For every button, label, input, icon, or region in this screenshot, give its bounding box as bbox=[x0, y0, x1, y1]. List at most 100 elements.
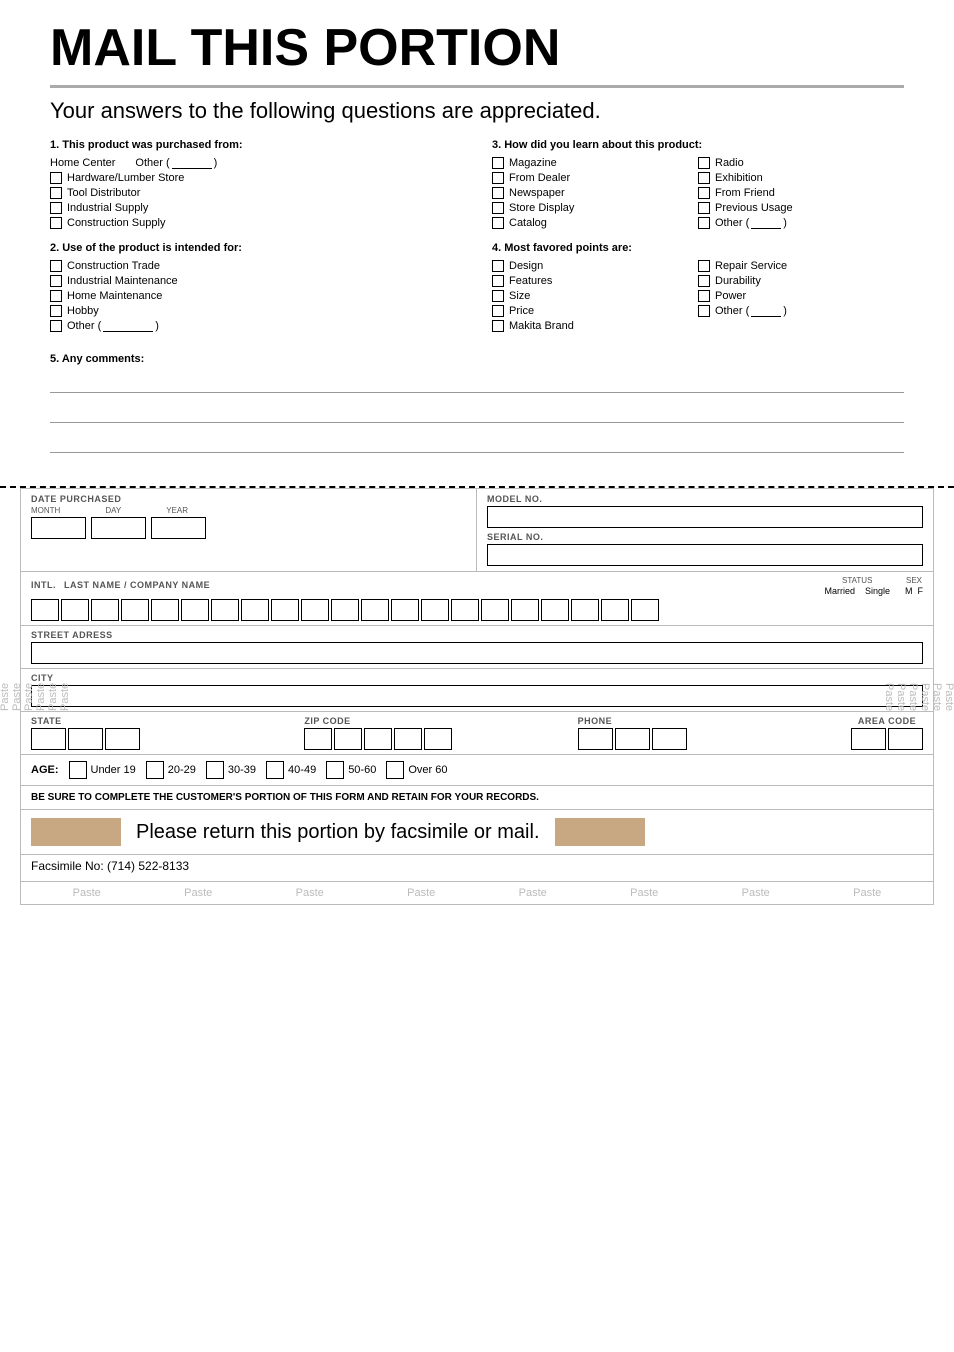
name-cell-12[interactable] bbox=[361, 599, 389, 621]
name-cell-4[interactable] bbox=[121, 599, 149, 621]
q4-cb-durability[interactable] bbox=[698, 275, 710, 287]
question-4: 4. Most favored points are: Design Featu… bbox=[492, 242, 904, 335]
q3-col2: Radio Exhibition From Friend Previous Us… bbox=[698, 157, 904, 232]
q3-cb-exhibition[interactable] bbox=[698, 172, 710, 184]
q4-cb-design[interactable] bbox=[492, 260, 504, 272]
page-title: MAIL THIS PORTION bbox=[50, 20, 904, 77]
q1-checkbox-hardware[interactable] bbox=[50, 172, 62, 184]
q4-cb-other[interactable] bbox=[698, 305, 710, 317]
comment-line-1[interactable] bbox=[50, 371, 904, 393]
name-cell-10[interactable] bbox=[301, 599, 329, 621]
q5-title: 5. Any comments: bbox=[50, 353, 904, 365]
model-input[interactable] bbox=[487, 506, 923, 528]
q2-cb-other[interactable] bbox=[50, 320, 62, 332]
q3-cb-radio[interactable] bbox=[698, 157, 710, 169]
name-cell-15[interactable] bbox=[451, 599, 479, 621]
paste-bottom-6: Paste bbox=[630, 887, 658, 899]
q1-option-industrial: Industrial Supply bbox=[50, 202, 462, 214]
phone-cell-3[interactable] bbox=[652, 728, 687, 750]
comment-line-2[interactable] bbox=[50, 401, 904, 423]
q3-cb-dealer[interactable] bbox=[492, 172, 504, 184]
zip-cell-5[interactable] bbox=[424, 728, 452, 750]
name-cell-6[interactable] bbox=[181, 599, 209, 621]
name-cell-8[interactable] bbox=[241, 599, 269, 621]
age-cb-2029[interactable] bbox=[146, 761, 164, 779]
age-cb-5060[interactable] bbox=[326, 761, 344, 779]
q3-cb-newspaper[interactable] bbox=[492, 187, 504, 199]
serial-input[interactable] bbox=[487, 544, 923, 566]
age-20-29: 20-29 bbox=[146, 761, 196, 779]
phone-cell-2[interactable] bbox=[615, 728, 650, 750]
state-cell-2[interactable] bbox=[68, 728, 103, 750]
age-cb-under19[interactable] bbox=[69, 761, 87, 779]
q1-checkbox-tool[interactable] bbox=[50, 187, 62, 199]
name-cell-13[interactable] bbox=[391, 599, 419, 621]
q3-cb-catalog[interactable] bbox=[492, 217, 504, 229]
name-cell-3[interactable] bbox=[91, 599, 119, 621]
q3-cb-previous[interactable] bbox=[698, 202, 710, 214]
state-cell-3[interactable] bbox=[105, 728, 140, 750]
name-cell-11[interactable] bbox=[331, 599, 359, 621]
q4-cb-price[interactable] bbox=[492, 305, 504, 317]
q2-cb-hobby[interactable] bbox=[50, 305, 62, 317]
zip-cell-4[interactable] bbox=[394, 728, 422, 750]
paste-bottom-4: Paste bbox=[407, 887, 435, 899]
q4-cb-makita[interactable] bbox=[492, 320, 504, 332]
q2-cb-home[interactable] bbox=[50, 290, 62, 302]
age-cb-3039[interactable] bbox=[206, 761, 224, 779]
q1-other-input[interactable] bbox=[172, 157, 212, 169]
fax-section: Facsimile No: (714) 522-8133 bbox=[21, 855, 933, 882]
date-inputs bbox=[31, 517, 466, 539]
q2-cb-industrial[interactable] bbox=[50, 275, 62, 287]
day-input[interactable] bbox=[91, 517, 146, 539]
name-cell-14[interactable] bbox=[421, 599, 449, 621]
q3-cb-friend[interactable] bbox=[698, 187, 710, 199]
q1-checkbox-industrial[interactable] bbox=[50, 202, 62, 214]
q4-col1: Design Features Size Price Makita Brand bbox=[492, 260, 698, 335]
q4-label-repair: Repair Service bbox=[715, 260, 787, 272]
name-cell-status1[interactable] bbox=[571, 599, 599, 621]
q1-option-tool: Tool Distributor bbox=[50, 187, 462, 199]
q1-label-industrial: Industrial Supply bbox=[67, 202, 148, 214]
name-cell-status2[interactable] bbox=[601, 599, 629, 621]
q4-cb-features[interactable] bbox=[492, 275, 504, 287]
zip-cell-2[interactable] bbox=[334, 728, 362, 750]
q3-other-input[interactable] bbox=[751, 217, 781, 229]
phone-cell-1[interactable] bbox=[578, 728, 613, 750]
q3-title: 3. How did you learn about this product: bbox=[492, 139, 904, 151]
q3-cb-other[interactable] bbox=[698, 217, 710, 229]
age-cb-4049[interactable] bbox=[266, 761, 284, 779]
phone-form-label: PHONE bbox=[578, 716, 851, 726]
name-cell-7[interactable] bbox=[211, 599, 239, 621]
q4-cb-repair[interactable] bbox=[698, 260, 710, 272]
name-cell-5[interactable] bbox=[151, 599, 179, 621]
area-cell-1[interactable] bbox=[851, 728, 886, 750]
comment-line-3[interactable] bbox=[50, 431, 904, 453]
age-under19: Under 19 bbox=[69, 761, 136, 779]
name-cell-17[interactable] bbox=[511, 599, 539, 621]
q4-other-input[interactable] bbox=[751, 305, 781, 317]
age-cb-over60[interactable] bbox=[386, 761, 404, 779]
year-input[interactable] bbox=[151, 517, 206, 539]
q2-other-input[interactable] bbox=[103, 320, 153, 332]
q2-cb-construction[interactable] bbox=[50, 260, 62, 272]
zip-cell-3[interactable] bbox=[364, 728, 392, 750]
paste-bottom-1: Paste bbox=[73, 887, 101, 899]
city-input[interactable] bbox=[31, 685, 923, 707]
q4-cb-power[interactable] bbox=[698, 290, 710, 302]
name-cell-sex1[interactable] bbox=[631, 599, 659, 621]
zip-cell-1[interactable] bbox=[304, 728, 332, 750]
q3-cb-magazine[interactable] bbox=[492, 157, 504, 169]
street-input[interactable] bbox=[31, 642, 923, 664]
married-label: Married bbox=[824, 586, 855, 596]
name-cell-18[interactable] bbox=[541, 599, 569, 621]
age-30-39: 30-39 bbox=[206, 761, 256, 779]
name-cell-16[interactable] bbox=[481, 599, 509, 621]
q4-cb-size[interactable] bbox=[492, 290, 504, 302]
q1-checkbox-construction[interactable] bbox=[50, 217, 62, 229]
q3-cb-store[interactable] bbox=[492, 202, 504, 214]
paste-right-3: Paste bbox=[919, 489, 931, 904]
name-cell-9[interactable] bbox=[271, 599, 299, 621]
paste-right-1: Paste bbox=[943, 489, 954, 904]
color-block-right bbox=[555, 818, 645, 846]
